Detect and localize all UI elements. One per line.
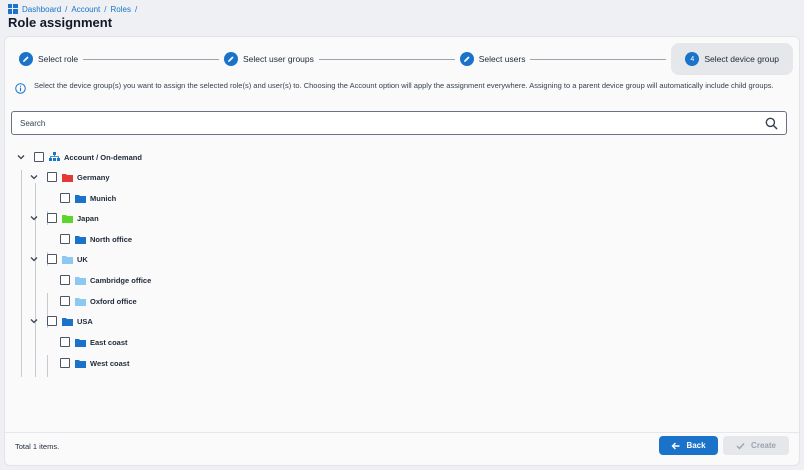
device-group-tree: Account / On-demand Germany Munich Japan… xyxy=(5,149,405,379)
folder-icon xyxy=(62,255,73,264)
tree-node-west-coast: West coast xyxy=(60,355,129,371)
chevron-down-icon[interactable] xyxy=(29,213,39,223)
tree-node-label: Cambridge office xyxy=(90,275,152,285)
tree-node-label: West coast xyxy=(90,358,130,368)
step-label: Select device group xyxy=(704,54,779,64)
step-connector xyxy=(318,58,455,60)
tree-node-label: Japan xyxy=(77,213,99,223)
breadcrumb-roles[interactable]: Roles xyxy=(111,5,131,14)
checkmark-icon xyxy=(736,442,745,450)
info-icon xyxy=(15,83,26,94)
step-label: Select users xyxy=(478,54,526,64)
info-message: Select the device group(s) you want to a… xyxy=(15,80,785,94)
step-connector xyxy=(83,58,219,60)
folder-icon xyxy=(75,276,86,285)
tree-node-root: Account / On-demand xyxy=(16,149,142,165)
chevron-down-icon[interactable] xyxy=(29,254,39,264)
checkbox[interactable] xyxy=(34,152,44,162)
step-label: Select user groups xyxy=(243,54,314,64)
tree-node-label: Account / On-demand xyxy=(64,152,142,162)
checkbox[interactable] xyxy=(47,213,57,223)
tree-guide-line xyxy=(47,355,48,377)
tree-node-germany: Germany xyxy=(29,169,110,185)
create-button-label: Create xyxy=(751,441,776,450)
chevron-down-icon[interactable] xyxy=(16,152,26,162)
folder-icon xyxy=(75,297,86,306)
step-label: Select role xyxy=(38,54,79,64)
step-connector xyxy=(530,58,667,60)
back-button-label: Back xyxy=(686,441,706,450)
tree-node-label: Germany xyxy=(77,172,110,182)
stepper: Select role Select user groups Select us… xyxy=(19,43,793,75)
tree-node-label: UK xyxy=(77,254,88,264)
footer-divider xyxy=(5,432,799,433)
checkbox[interactable] xyxy=(47,254,57,264)
step-select-device-group[interactable]: 4 Select device group xyxy=(671,43,793,75)
breadcrumb-dashboard[interactable]: Dashboard xyxy=(22,5,61,14)
folder-icon xyxy=(75,359,86,368)
tree-guide-line xyxy=(21,170,22,377)
create-button[interactable]: Create xyxy=(723,436,789,455)
tree-node-label: East coast xyxy=(90,337,128,347)
checkbox[interactable] xyxy=(47,172,57,182)
tree-node-munich: Munich xyxy=(60,190,116,206)
checkbox[interactable] xyxy=(60,193,70,203)
chevron-down-icon[interactable] xyxy=(29,172,39,182)
page-title: Role assignment xyxy=(8,15,113,30)
step-number: 4 xyxy=(685,52,700,66)
hierarchy-icon xyxy=(49,152,60,161)
dashboard-icon[interactable] xyxy=(8,4,18,14)
folder-icon xyxy=(75,235,86,244)
pencil-icon xyxy=(459,52,474,66)
tree-node-oxford-office: Oxford office xyxy=(60,293,137,309)
search-icon[interactable] xyxy=(765,117,778,130)
checkbox[interactable] xyxy=(60,234,70,244)
breadcrumb: Dashboard / Account / Roles / xyxy=(8,4,137,14)
tree-node-label: USA xyxy=(77,316,93,326)
checkbox[interactable] xyxy=(60,358,70,368)
tree-node-north-office: North office xyxy=(60,231,132,247)
arrow-left-icon xyxy=(671,442,680,449)
checkbox[interactable] xyxy=(47,316,57,326)
search-box xyxy=(11,111,787,135)
tree-node-cambridge-office: Cambridge office xyxy=(60,272,151,288)
pencil-icon xyxy=(19,52,33,66)
folder-icon xyxy=(75,194,86,203)
folder-icon xyxy=(75,338,86,347)
breadcrumb-separator: / xyxy=(65,4,68,14)
wizard-card: Select role Select user groups Select us… xyxy=(4,36,800,466)
tree-node-label: Munich xyxy=(90,193,117,203)
folder-icon xyxy=(62,214,73,223)
pencil-icon xyxy=(224,52,238,66)
search-input[interactable] xyxy=(12,112,765,134)
breadcrumb-account[interactable]: Account xyxy=(71,5,100,14)
info-text: Select the device group(s) you want to a… xyxy=(34,81,774,90)
tree-node-label: Oxford office xyxy=(90,296,137,306)
step-select-role[interactable]: Select role xyxy=(19,52,78,66)
folder-icon xyxy=(62,317,73,326)
total-items: Total 1 items. xyxy=(15,442,60,451)
checkbox[interactable] xyxy=(60,337,70,347)
tree-node-usa: USA xyxy=(29,313,93,329)
breadcrumb-separator: / xyxy=(134,4,138,14)
tree-node-uk: UK xyxy=(29,251,88,267)
tree-node-label: North office xyxy=(90,234,133,244)
chevron-down-icon[interactable] xyxy=(29,316,39,326)
checkbox[interactable] xyxy=(60,275,70,285)
folder-icon xyxy=(62,173,73,182)
tree-node-japan: Japan xyxy=(29,210,99,226)
step-select-user-groups[interactable]: Select user groups xyxy=(224,52,314,66)
breadcrumb-separator: / xyxy=(104,4,107,14)
step-select-users[interactable]: Select users xyxy=(459,52,526,66)
back-button[interactable]: Back xyxy=(659,436,718,455)
tree-node-east-coast: East coast xyxy=(60,334,128,350)
checkbox[interactable] xyxy=(60,296,70,306)
